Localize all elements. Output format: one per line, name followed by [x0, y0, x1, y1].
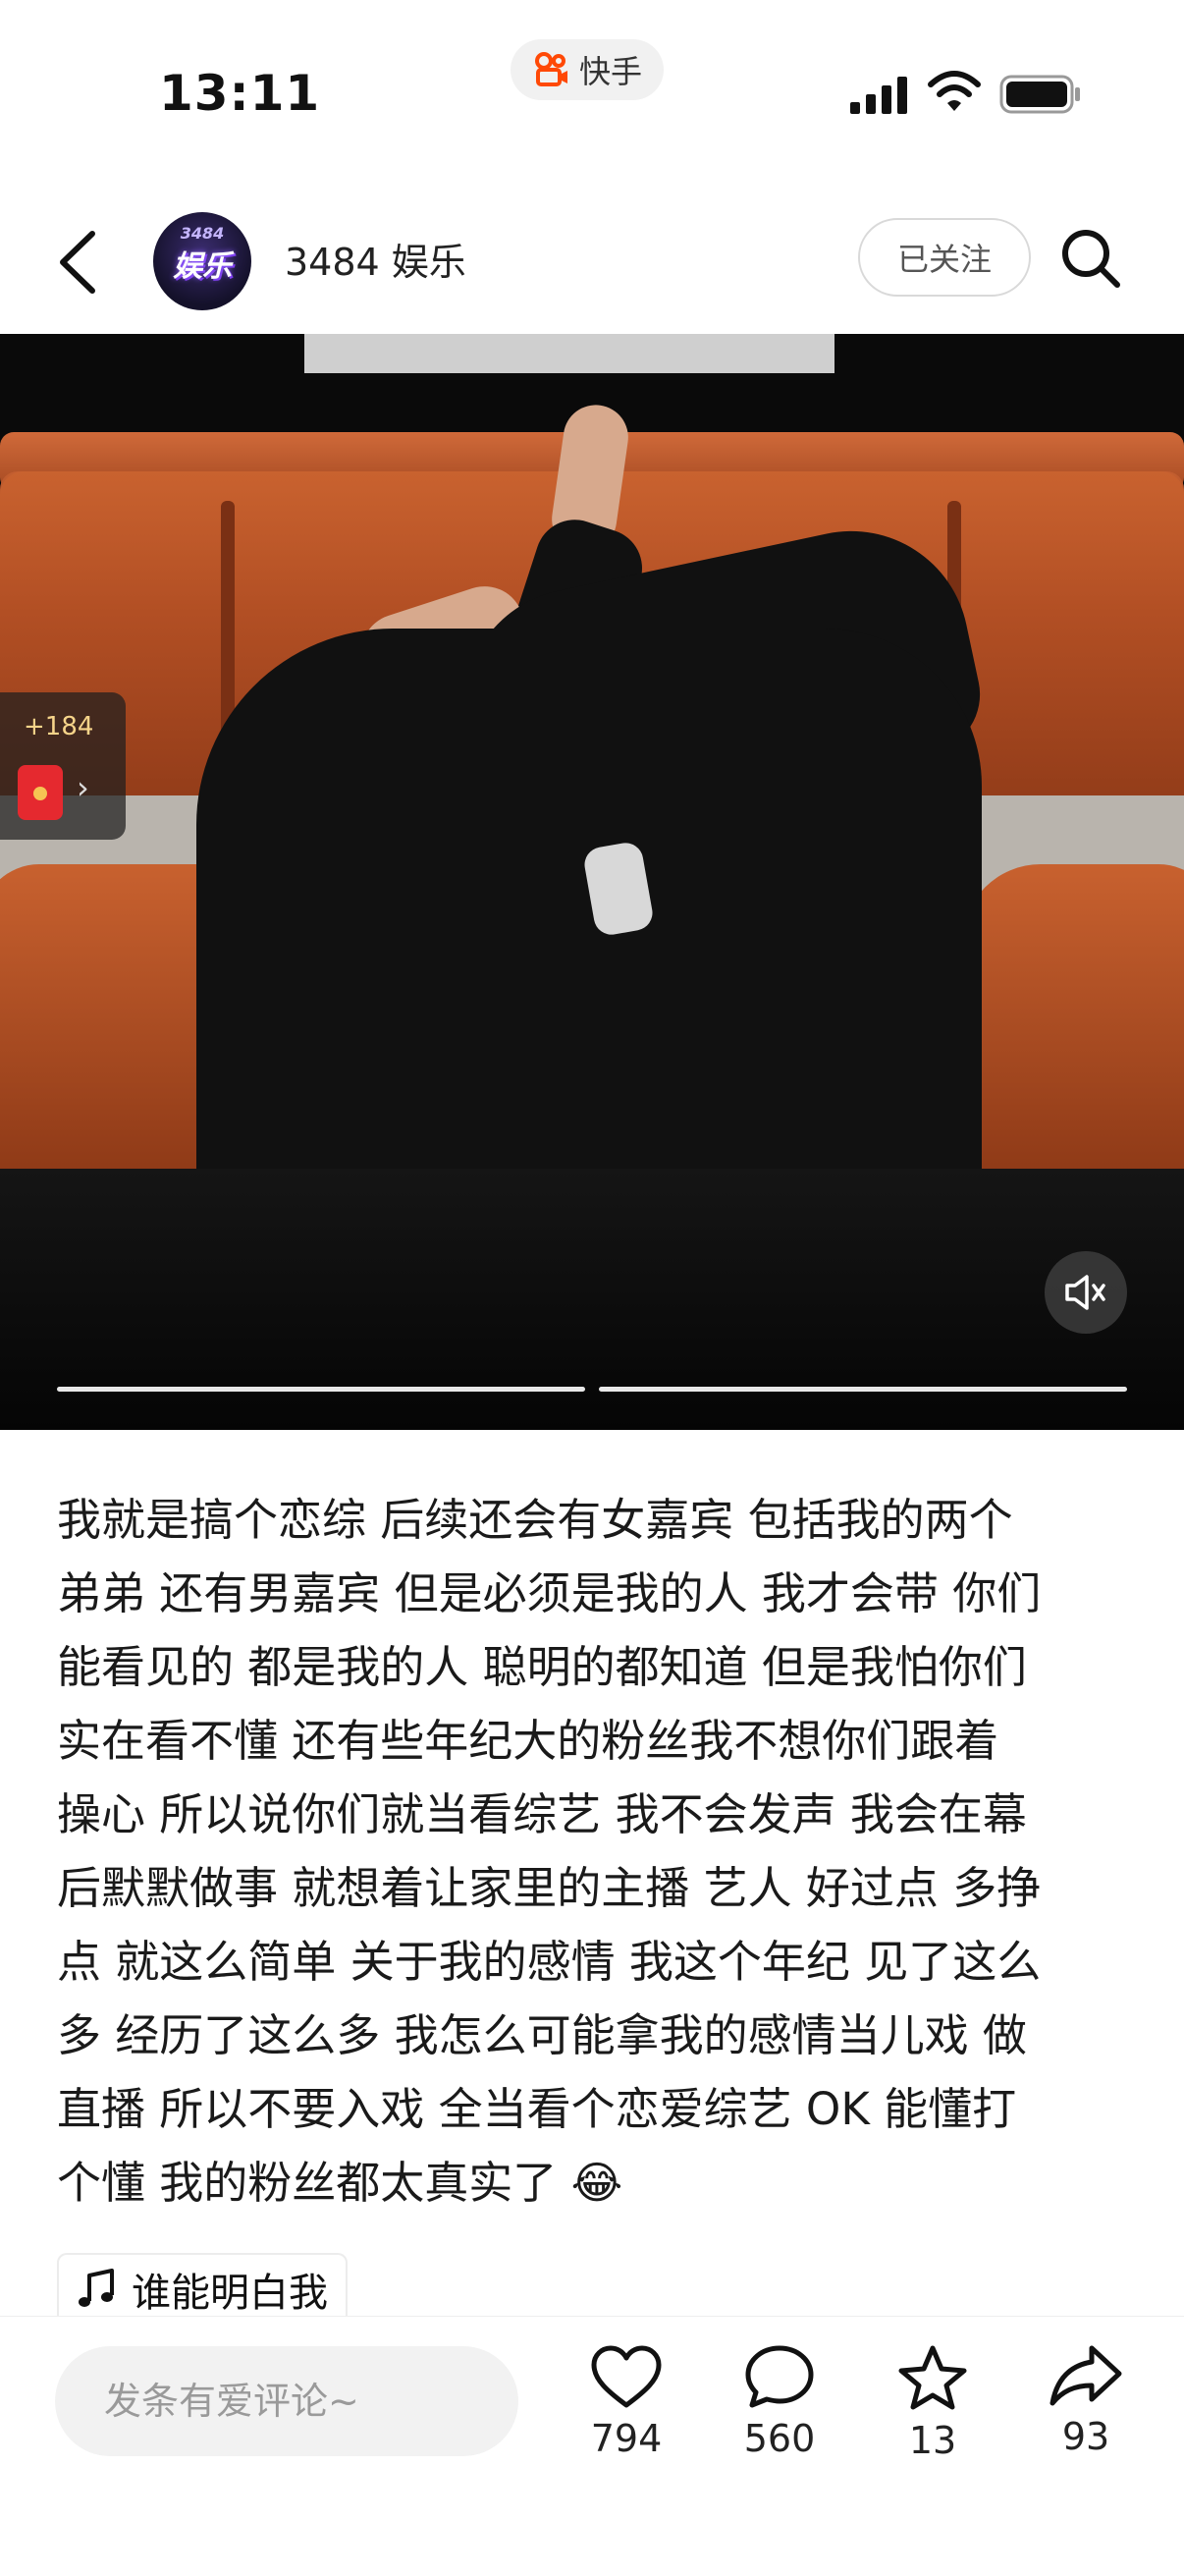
battery-icon [999, 75, 1080, 114]
avatar[interactable]: 3484 娱乐 [153, 212, 251, 310]
back-arrow-icon[interactable] [51, 228, 110, 297]
app-badge-label: 快手 [579, 53, 643, 90]
music-title: 谁能明白我 [132, 2271, 328, 2316]
post-image[interactable] [0, 334, 1184, 1430]
favorite-count: 13 [908, 2419, 957, 2462]
caption-line: 个懂 我的粉丝都太真实了 😂 [57, 2157, 623, 2209]
post-caption: 我就是搞个恋综 后续还会有女嘉宾 包括我的两个 弟弟 还有男嘉宾 但是必须是我的… [57, 1483, 1137, 2220]
caption-line: 点 就这么简单 关于我的感情 我这个年纪 见了这么 [57, 1936, 1042, 1988]
sound-toggle-button[interactable] [1045, 1251, 1127, 1334]
caption-line: 直播 所以不要入戏 全当看个恋爱综艺 OK 能懂打 [57, 2083, 1017, 2135]
avatar-text: 娱乐 [173, 249, 232, 284]
cinema-screen [304, 334, 834, 373]
account-name[interactable]: 3484 娱乐 [285, 232, 466, 286]
status-time: 13:11 [159, 65, 321, 122]
reward-count: +184 [24, 712, 94, 741]
music-note-icon [79, 2269, 114, 2307]
heart-icon [591, 2345, 662, 2408]
favorite-button[interactable]: 13 [874, 2344, 992, 2462]
star-icon [898, 2345, 967, 2410]
comment-input[interactable] [55, 2346, 518, 2456]
music-tag[interactable]: 谁能明白我 [57, 2253, 348, 2324]
like-button[interactable]: 794 [567, 2344, 685, 2460]
armrest-right [962, 864, 1184, 1188]
follow-button[interactable]: 已关注 [858, 218, 1031, 297]
app-badge[interactable]: 快手 [511, 39, 665, 100]
bottom-action-bar: 794 560 13 93 [0, 2316, 1184, 2576]
status-bar: 13:11 快手 [0, 0, 1184, 187]
caption-line: 后默默做事 就想着让家里的主播 艺人 好过点 多挣 [57, 1862, 1042, 1914]
share-arrow-icon [1049, 2345, 1122, 2406]
caption-line: 操心 所以说你们就当看综艺 我不会发声 我会在幕 [57, 1788, 1027, 1840]
caption-line: 弟弟 还有男嘉宾 但是必须是我的人 我才会带 你们 [57, 1567, 1042, 1619]
caption-line: 实在看不懂 还有些年纪大的粉丝我不想你们跟着 [57, 1715, 999, 1767]
share-count: 93 [1061, 2415, 1110, 2458]
comment-button[interactable]: 560 [721, 2344, 838, 2460]
caption-line: 多 经历了这么多 我怎么可能拿我的感情当儿戏 做 [57, 2009, 1027, 2061]
red-envelope-icon [18, 765, 63, 820]
comment-count: 560 [743, 2417, 816, 2460]
carousel-progress-2 [599, 1387, 1127, 1392]
caption-line: 我就是搞个恋综 后续还会有女嘉宾 包括我的两个 [57, 1494, 1013, 1546]
leg-main [196, 629, 982, 1218]
speaker-icon [1065, 1275, 1105, 1310]
reward-widget[interactable]: +184 › [0, 692, 126, 840]
wifi-icon [928, 71, 981, 111]
like-count: 794 [590, 2417, 663, 2460]
cellular-signal-icon [850, 75, 907, 114]
comment-bubble-icon [745, 2345, 814, 2408]
search-icon[interactable] [1058, 226, 1123, 291]
caption-line: 能看见的 都是我的人 聪明的都知道 但是我怕你们 [57, 1641, 1027, 1693]
avatar-number: 3484 [180, 224, 225, 243]
chevron-right-icon: › [77, 769, 89, 806]
profile-header: 3484 娱乐 3484 娱乐 已关注 [0, 187, 1184, 334]
kuaishou-logo-icon [535, 52, 567, 86]
share-button[interactable]: 93 [1027, 2344, 1145, 2458]
carousel-progress-1 [57, 1387, 585, 1392]
